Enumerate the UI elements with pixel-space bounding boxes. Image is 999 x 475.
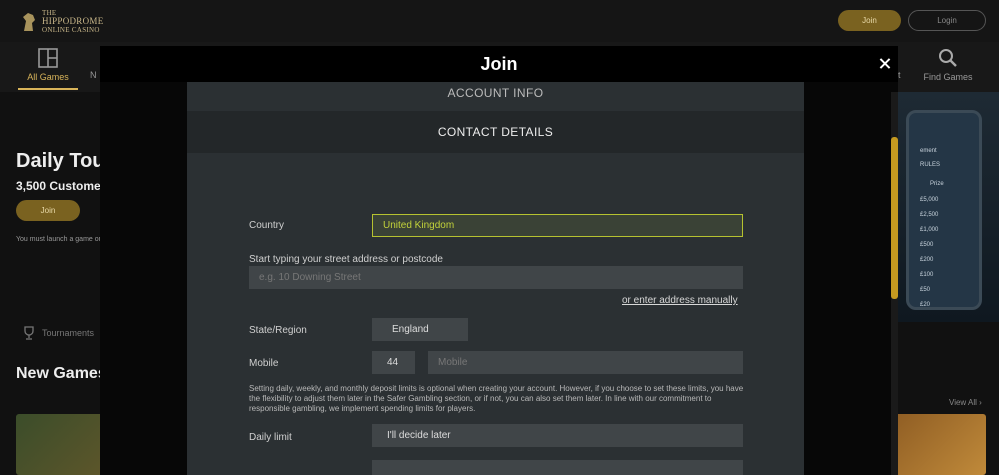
page: THE HIPPODROME ONLINE CASINO Join Login … xyxy=(0,0,999,475)
section-contact-details[interactable]: CONTACT DETAILS xyxy=(187,111,804,153)
logo[interactable]: THE HIPPODROME ONLINE CASINO xyxy=(20,9,104,34)
logo-line3: ONLINE CASINO xyxy=(42,26,100,34)
modal-header: Join xyxy=(100,46,898,82)
nav-label-partial: N xyxy=(90,70,97,80)
daily-limit-select[interactable]: I'll decide later xyxy=(372,424,743,447)
mobile-country-code[interactable]: 44 xyxy=(372,351,415,374)
nav-item-partial[interactable]: N xyxy=(90,48,97,80)
scrollbar-thumb[interactable] xyxy=(891,137,898,299)
site-header: THE HIPPODROME ONLINE CASINO Join Login xyxy=(0,0,999,42)
prize-row: £500 xyxy=(920,242,934,248)
active-tab-indicator xyxy=(18,88,78,90)
prize-row: £100 xyxy=(920,272,934,278)
phone-graphic xyxy=(906,110,982,310)
enter-address-manually-link[interactable]: or enter address manually xyxy=(622,295,738,306)
trophy-icon xyxy=(24,326,34,340)
new-games-heading: New Games xyxy=(16,365,107,382)
mobile-label: Mobile xyxy=(249,358,279,369)
side-promo-banner[interactable]: ement RULES Prize £5,000 £2,500 £1,000 £… xyxy=(898,92,999,322)
state-select[interactable]: England xyxy=(372,318,468,341)
promo-subtitle: 3,500 Custome xyxy=(16,179,101,193)
prize-row: £5,000 xyxy=(920,197,939,203)
nav-item-find-games[interactable]: Find Games xyxy=(918,48,978,82)
promo-note: You must launch a game on xyxy=(16,236,103,243)
promo-join-button[interactable]: Join xyxy=(16,200,80,221)
nav-label-partial-right: t xyxy=(898,70,901,80)
prize-row: £20 xyxy=(920,302,931,308)
country-select[interactable]: United Kingdom xyxy=(372,214,743,237)
prize-row: £2,500 xyxy=(920,212,939,218)
grid-icon xyxy=(38,48,58,68)
tournaments-label: Tournaments xyxy=(42,328,95,338)
search-icon xyxy=(939,49,957,67)
nav-item-all-games[interactable]: All Games xyxy=(18,48,78,82)
close-icon[interactable] xyxy=(876,55,894,73)
nav-label-find-games: Find Games xyxy=(923,72,973,82)
nav-item-partial-right[interactable]: t xyxy=(898,48,901,80)
promo-title: Daily Tou xyxy=(16,150,105,172)
side-promo-heading: ement xyxy=(920,148,937,154)
country-label: Country xyxy=(249,220,285,231)
address-label: Start typing your street address or post… xyxy=(249,254,443,265)
logo-line2: HIPPODROME xyxy=(42,16,104,26)
tournaments-link[interactable]: Tournaments xyxy=(22,326,94,340)
prize-row: £50 xyxy=(920,287,931,293)
join-form: ACCOUNT INFO CONTACT DETAILS Country Uni… xyxy=(187,82,804,475)
address-input[interactable]: e.g. 10 Downing Street xyxy=(249,266,743,289)
deposit-limit-disclaimer: Setting daily, weekly, and monthly depos… xyxy=(249,384,744,413)
next-field[interactable] xyxy=(372,460,743,475)
section-account-info[interactable]: ACCOUNT INFO xyxy=(187,82,804,111)
daily-limit-label: Daily limit xyxy=(249,432,292,443)
nav-label-all-games: All Games xyxy=(27,72,69,82)
prize-row: £200 xyxy=(920,257,934,263)
modal-title: Join xyxy=(480,54,518,74)
mobile-input[interactable]: Mobile xyxy=(428,351,743,374)
header-join-button[interactable]: Join xyxy=(838,10,901,31)
header-login-button[interactable]: Login xyxy=(908,10,986,31)
side-promo-prize-header: Prize xyxy=(930,181,944,187)
state-label: State/Region xyxy=(249,325,307,336)
horse-logo-icon xyxy=(23,12,35,31)
view-all-link[interactable]: View All › xyxy=(949,398,982,407)
side-promo-rules: RULES xyxy=(920,162,941,168)
prize-row: £1,000 xyxy=(920,227,939,233)
